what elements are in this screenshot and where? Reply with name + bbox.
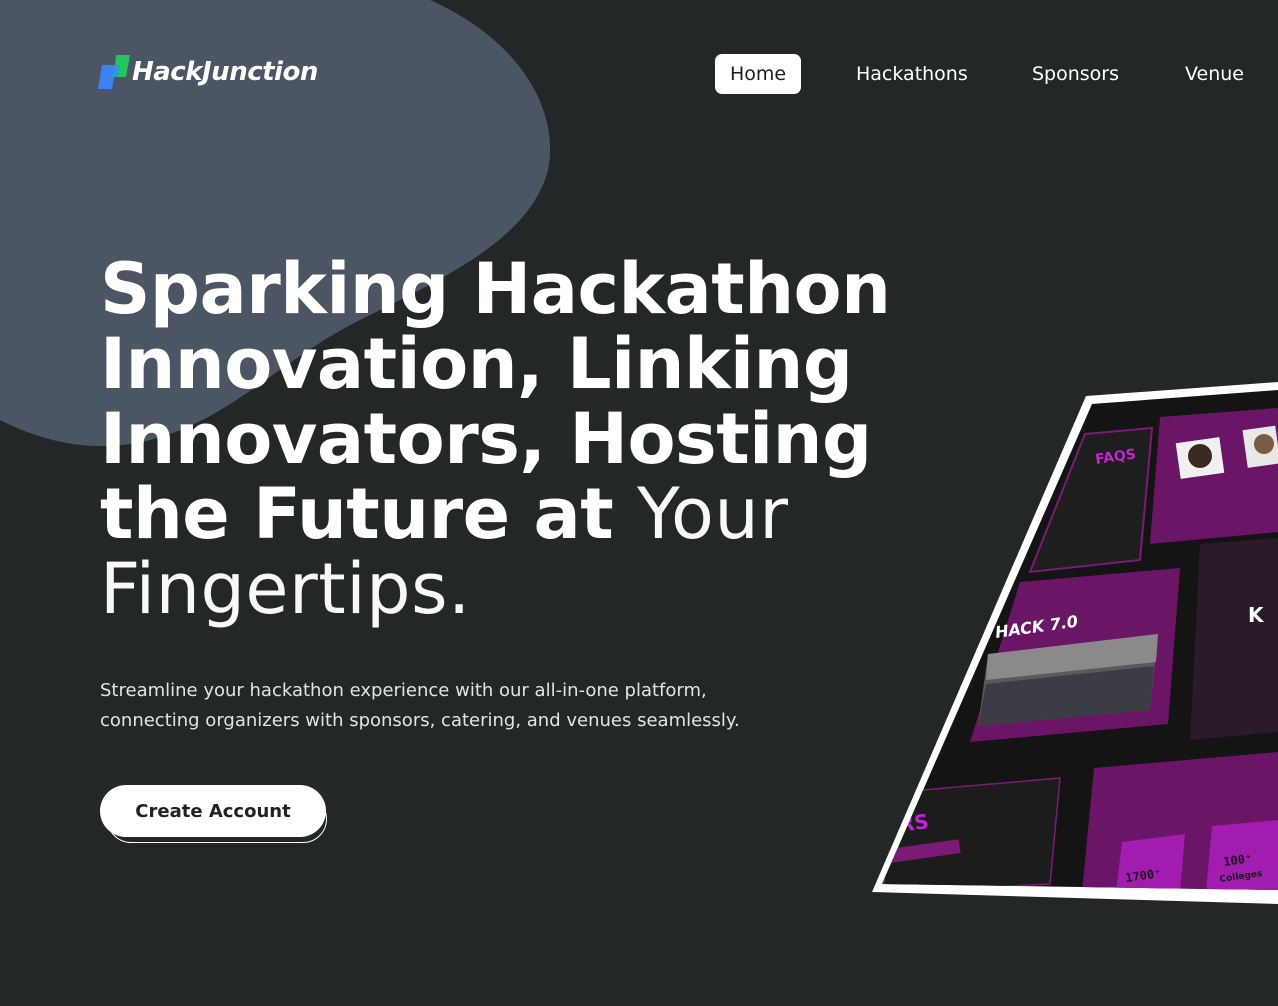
- nav-item-home[interactable]: Home: [715, 54, 802, 94]
- create-account-button[interactable]: Create Account: [100, 785, 326, 837]
- main-nav: Home Hackathons Sponsors Venue: [0, 54, 1278, 94]
- nav-item-hackathons[interactable]: Hackathons: [856, 54, 968, 94]
- nav-item-sponsors[interactable]: Sponsors: [1032, 54, 1119, 94]
- svg-text:K: K: [1248, 603, 1265, 627]
- cta-wrapper: Create Account: [100, 785, 330, 847]
- product-preview-mockup: FAQS K HACK 7.0 RS 1700⁺ 100⁺ Colleges: [872, 382, 1278, 904]
- hero-subtitle: Streamline your hackathon experience wit…: [100, 680, 740, 731]
- nav-item-venue[interactable]: Venue: [1185, 54, 1244, 94]
